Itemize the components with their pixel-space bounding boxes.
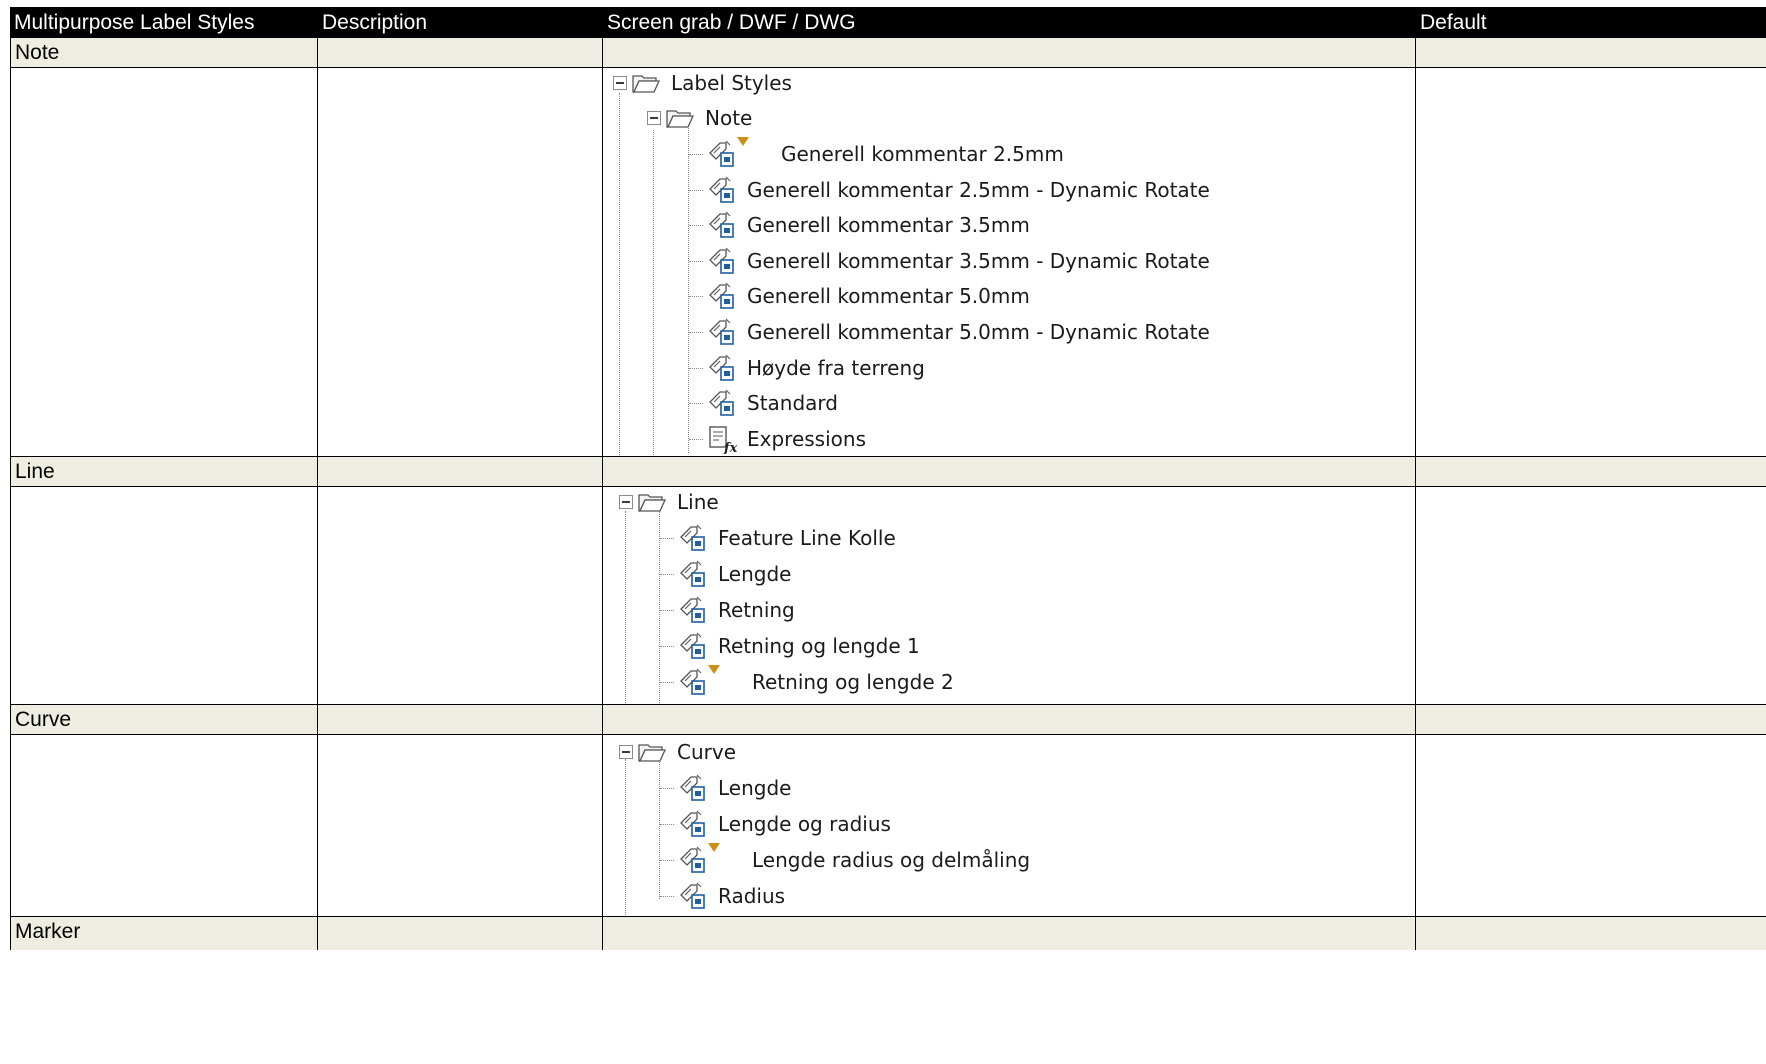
section-title-curve: Curve: [15, 708, 72, 731]
tree-item-style[interactable]: Generell kommentar 3.5mm - Dynamic Rotat…: [707, 246, 1210, 276]
tree-item-style[interactable]: Retning og lengde 2: [678, 665, 954, 697]
tree-item-label: Radius: [718, 884, 786, 908]
tree-item-style[interactable]: Generell kommentar 5.0mm - Dynamic Rotat…: [707, 317, 1210, 347]
section-body-curve: Curve Lengde Lengde og radius Lengde rad…: [10, 735, 1766, 917]
tree-item-label: Høyde fra terreng: [747, 356, 925, 380]
collapse-toggle-icon[interactable]: [619, 745, 633, 759]
open-folder-icon: [666, 110, 695, 128]
section-row-line: Line: [10, 456, 1766, 487]
label-style-icon: [707, 210, 737, 240]
tree-view-note: Label Styles Note Generell kommentar 2.5…: [603, 68, 1416, 456]
label-style-icon: [678, 523, 708, 553]
label-style-icon: [707, 388, 737, 418]
tree-item-label: Generell kommentar 5.0mm - Dynamic Rotat…: [747, 320, 1210, 344]
tree-item-label: Feature Line Kolle: [718, 526, 896, 550]
tree-view-curve: Curve Lengde Lengde og radius Lengde rad…: [603, 735, 1416, 916]
label-style-icon: [678, 595, 708, 625]
tree-item-label: Lengde og radius: [718, 812, 891, 836]
section-title-marker: Marker: [15, 920, 81, 943]
collapse-toggle-icon[interactable]: [647, 111, 661, 125]
tree-folder-line[interactable]: Line: [619, 487, 719, 517]
table-header: Multipurpose Label Styles Description Sc…: [10, 7, 1766, 39]
tree-node-label-styles[interactable]: Label Styles: [613, 68, 792, 98]
section-row-curve: Curve: [10, 704, 1766, 735]
label-style-icon: [707, 175, 737, 205]
svg-text:fx: fx: [723, 441, 737, 454]
tree-node-label: Label Styles: [671, 71, 792, 95]
header-screen-grab: Screen grab / DWF / DWG: [607, 11, 856, 34]
default-flag-icon: [708, 843, 720, 852]
tree-item-style[interactable]: Generell kommentar 5.0mm: [707, 281, 1030, 311]
tree-item-style[interactable]: Retning og lengde 1: [678, 631, 920, 661]
tree-item-label: Lengde: [718, 562, 792, 586]
tree-item-style[interactable]: Standard: [707, 388, 838, 418]
label-style-icon: [707, 317, 737, 347]
header-description: Description: [322, 11, 428, 34]
default-flag-icon: [708, 665, 720, 674]
tree-folder-note[interactable]: Note: [647, 103, 752, 133]
collapse-toggle-icon[interactable]: [613, 76, 627, 90]
open-folder-icon: [632, 75, 661, 93]
open-folder-icon: [638, 744, 667, 762]
label-style-icon: [707, 137, 749, 169]
label-style-icon: [678, 631, 708, 661]
tree-item-label: Standard: [747, 391, 838, 415]
tree-item-label: Generell kommentar 2.5mm: [781, 142, 1064, 166]
label-style-icon: [678, 881, 708, 911]
tree-item-label: Retning og lengde 2: [752, 670, 954, 694]
tree-node-label: Note: [705, 106, 753, 130]
tree-item-style[interactable]: Lengde radius og delmåling: [678, 843, 1031, 875]
tree-item-style[interactable]: Generell kommentar 2.5mm: [707, 137, 1064, 169]
tree-node-label: Curve: [677, 740, 737, 764]
label-style-icon: [707, 281, 737, 311]
expressions-icon: fx: [707, 424, 738, 456]
label-style-icon: [678, 559, 708, 589]
tree-view-line: Line Feature Line Kolle Lengde Retning R…: [603, 487, 1416, 704]
label-style-icon: [678, 665, 720, 697]
section-title-note: Note: [15, 41, 60, 64]
tree-node-label: Line: [677, 490, 719, 514]
tree-item-label: Retning og lengde 1: [718, 634, 920, 658]
tree-item-style[interactable]: Lengde og radius: [678, 809, 891, 839]
tree-item-style[interactable]: Høyde fra terreng: [707, 353, 925, 383]
label-style-icon: [707, 246, 737, 276]
tree-item-label: Generell kommentar 5.0mm: [747, 284, 1030, 308]
tree-item-label: Lengde: [718, 776, 792, 800]
tree-item-label: Lengde radius og delmåling: [752, 848, 1031, 872]
default-flag-icon: [737, 137, 749, 146]
tree-item-style[interactable]: Radius: [678, 881, 785, 911]
section-row-note: Note: [10, 37, 1766, 68]
tree-item-style[interactable]: Feature Line Kolle: [678, 523, 896, 553]
tree-item-style[interactable]: Retning: [678, 595, 795, 625]
open-folder-icon: [638, 494, 667, 512]
tree-item-style[interactable]: Lengde: [678, 559, 791, 589]
tree-item-style[interactable]: Generell kommentar 2.5mm - Dynamic Rotat…: [707, 175, 1210, 205]
tree-item-expressions[interactable]: fx Expressions: [707, 424, 866, 456]
tree-folder-curve[interactable]: Curve: [619, 737, 736, 767]
tree-item-style[interactable]: Lengde: [678, 773, 791, 803]
tree-item-style[interactable]: Generell kommentar 3.5mm: [707, 210, 1030, 240]
section-body-note: Label Styles Note Generell kommentar 2.5…: [10, 68, 1766, 457]
header-default: Default: [1420, 11, 1487, 34]
label-style-icon: [707, 353, 737, 383]
tree-item-label: Generell kommentar 3.5mm - Dynamic Rotat…: [747, 249, 1210, 273]
label-style-icon: [678, 843, 720, 875]
tree-item-label: Retning: [718, 598, 795, 622]
collapse-toggle-icon[interactable]: [619, 495, 633, 509]
tree-item-label: Generell kommentar 3.5mm: [747, 213, 1030, 237]
section-row-marker: Marker: [10, 916, 1766, 950]
section-body-line: Line Feature Line Kolle Lengde Retning R…: [10, 487, 1766, 705]
section-title-line: Line: [15, 460, 55, 483]
tree-item-label: Generell kommentar 2.5mm - Dynamic Rotat…: [747, 178, 1210, 202]
tree-item-label: Expressions: [747, 427, 866, 451]
header-style-name: Multipurpose Label Styles: [14, 11, 255, 34]
label-style-icon: [678, 773, 708, 803]
label-style-icon: [678, 809, 708, 839]
